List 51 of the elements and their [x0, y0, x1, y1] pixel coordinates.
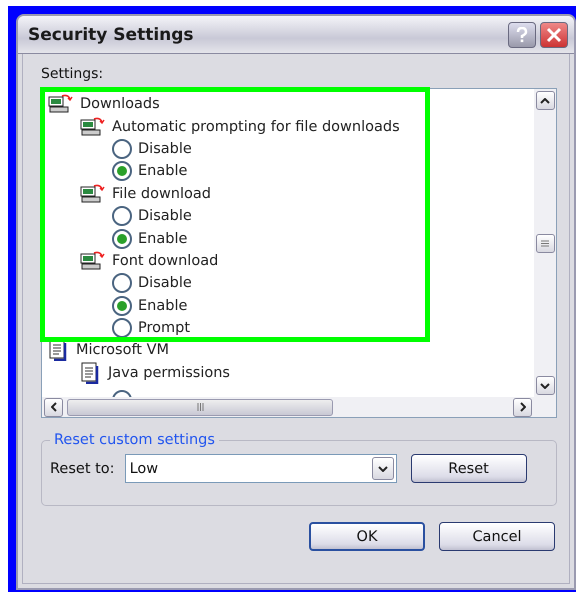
- ok-button[interactable]: OK: [309, 522, 425, 551]
- computer-download-icon: [80, 250, 106, 271]
- scroll-left-button[interactable]: [44, 398, 63, 416]
- radio-button[interactable]: [112, 318, 132, 338]
- reset-level-dropdown[interactable]: Low: [124, 454, 397, 483]
- computer-download-icon: [80, 116, 106, 137]
- option-label: Disable: [138, 208, 192, 224]
- close-icon: [546, 26, 562, 42]
- scroll-thumb[interactable]: [67, 398, 333, 416]
- settings-label: Settings:: [41, 66, 104, 82]
- horizontal-scrollbar[interactable]: [42, 397, 534, 417]
- scroll-down-button[interactable]: [536, 376, 554, 395]
- window-title: Security Settings: [28, 24, 195, 44]
- option-label: Prompt: [138, 320, 190, 336]
- setting-label: Microsoft VM: [76, 342, 170, 358]
- option-label: Disable: [138, 140, 192, 157]
- radio-button[interactable]: [112, 138, 132, 159]
- help-button[interactable]: [508, 22, 536, 48]
- scroll-thumb[interactable]: [536, 234, 554, 252]
- chevron-down-icon: [540, 382, 550, 388]
- option-label: Enable: [138, 298, 188, 314]
- cancel-button[interactable]: Cancel: [439, 522, 555, 551]
- help-icon: [515, 26, 529, 42]
- chevron-left-icon: [50, 402, 56, 412]
- reset-button[interactable]: Reset: [410, 454, 527, 483]
- setting-label: Java permissions: [108, 364, 230, 381]
- computer-download-icon: [80, 184, 106, 204]
- group-title: Reset custom settings: [53, 432, 216, 448]
- computer-download-icon: [48, 94, 74, 114]
- option-label: Enable: [138, 230, 188, 247]
- radio-button[interactable]: [112, 161, 132, 182]
- setting-label: Downloads: [80, 96, 160, 112]
- radio-button-icon: [112, 390, 132, 397]
- radio-button[interactable]: [112, 273, 132, 294]
- chevron-up-icon: [540, 98, 550, 104]
- chevron-right-icon: [520, 402, 526, 412]
- radio-button[interactable]: [112, 296, 132, 316]
- vertical-scrollbar[interactable]: [534, 89, 556, 397]
- setting-label: Font download: [112, 252, 218, 269]
- dropdown-caret-icon: [372, 457, 394, 480]
- scroll-right-button[interactable]: [513, 398, 532, 416]
- close-button[interactable]: [540, 22, 568, 48]
- setting-label: Automatic prompting for file downloads: [112, 118, 400, 135]
- radio-button[interactable]: [112, 228, 132, 249]
- option-label: Enable: [138, 163, 188, 180]
- scrollbar-corner: [534, 397, 556, 417]
- radio-button[interactable]: [112, 206, 132, 226]
- scroll-up-button[interactable]: [536, 91, 554, 110]
- setting-label: File download: [112, 186, 211, 202]
- reset-to-label: Reset to:: [50, 460, 115, 476]
- option-label: Disable: [138, 275, 192, 292]
